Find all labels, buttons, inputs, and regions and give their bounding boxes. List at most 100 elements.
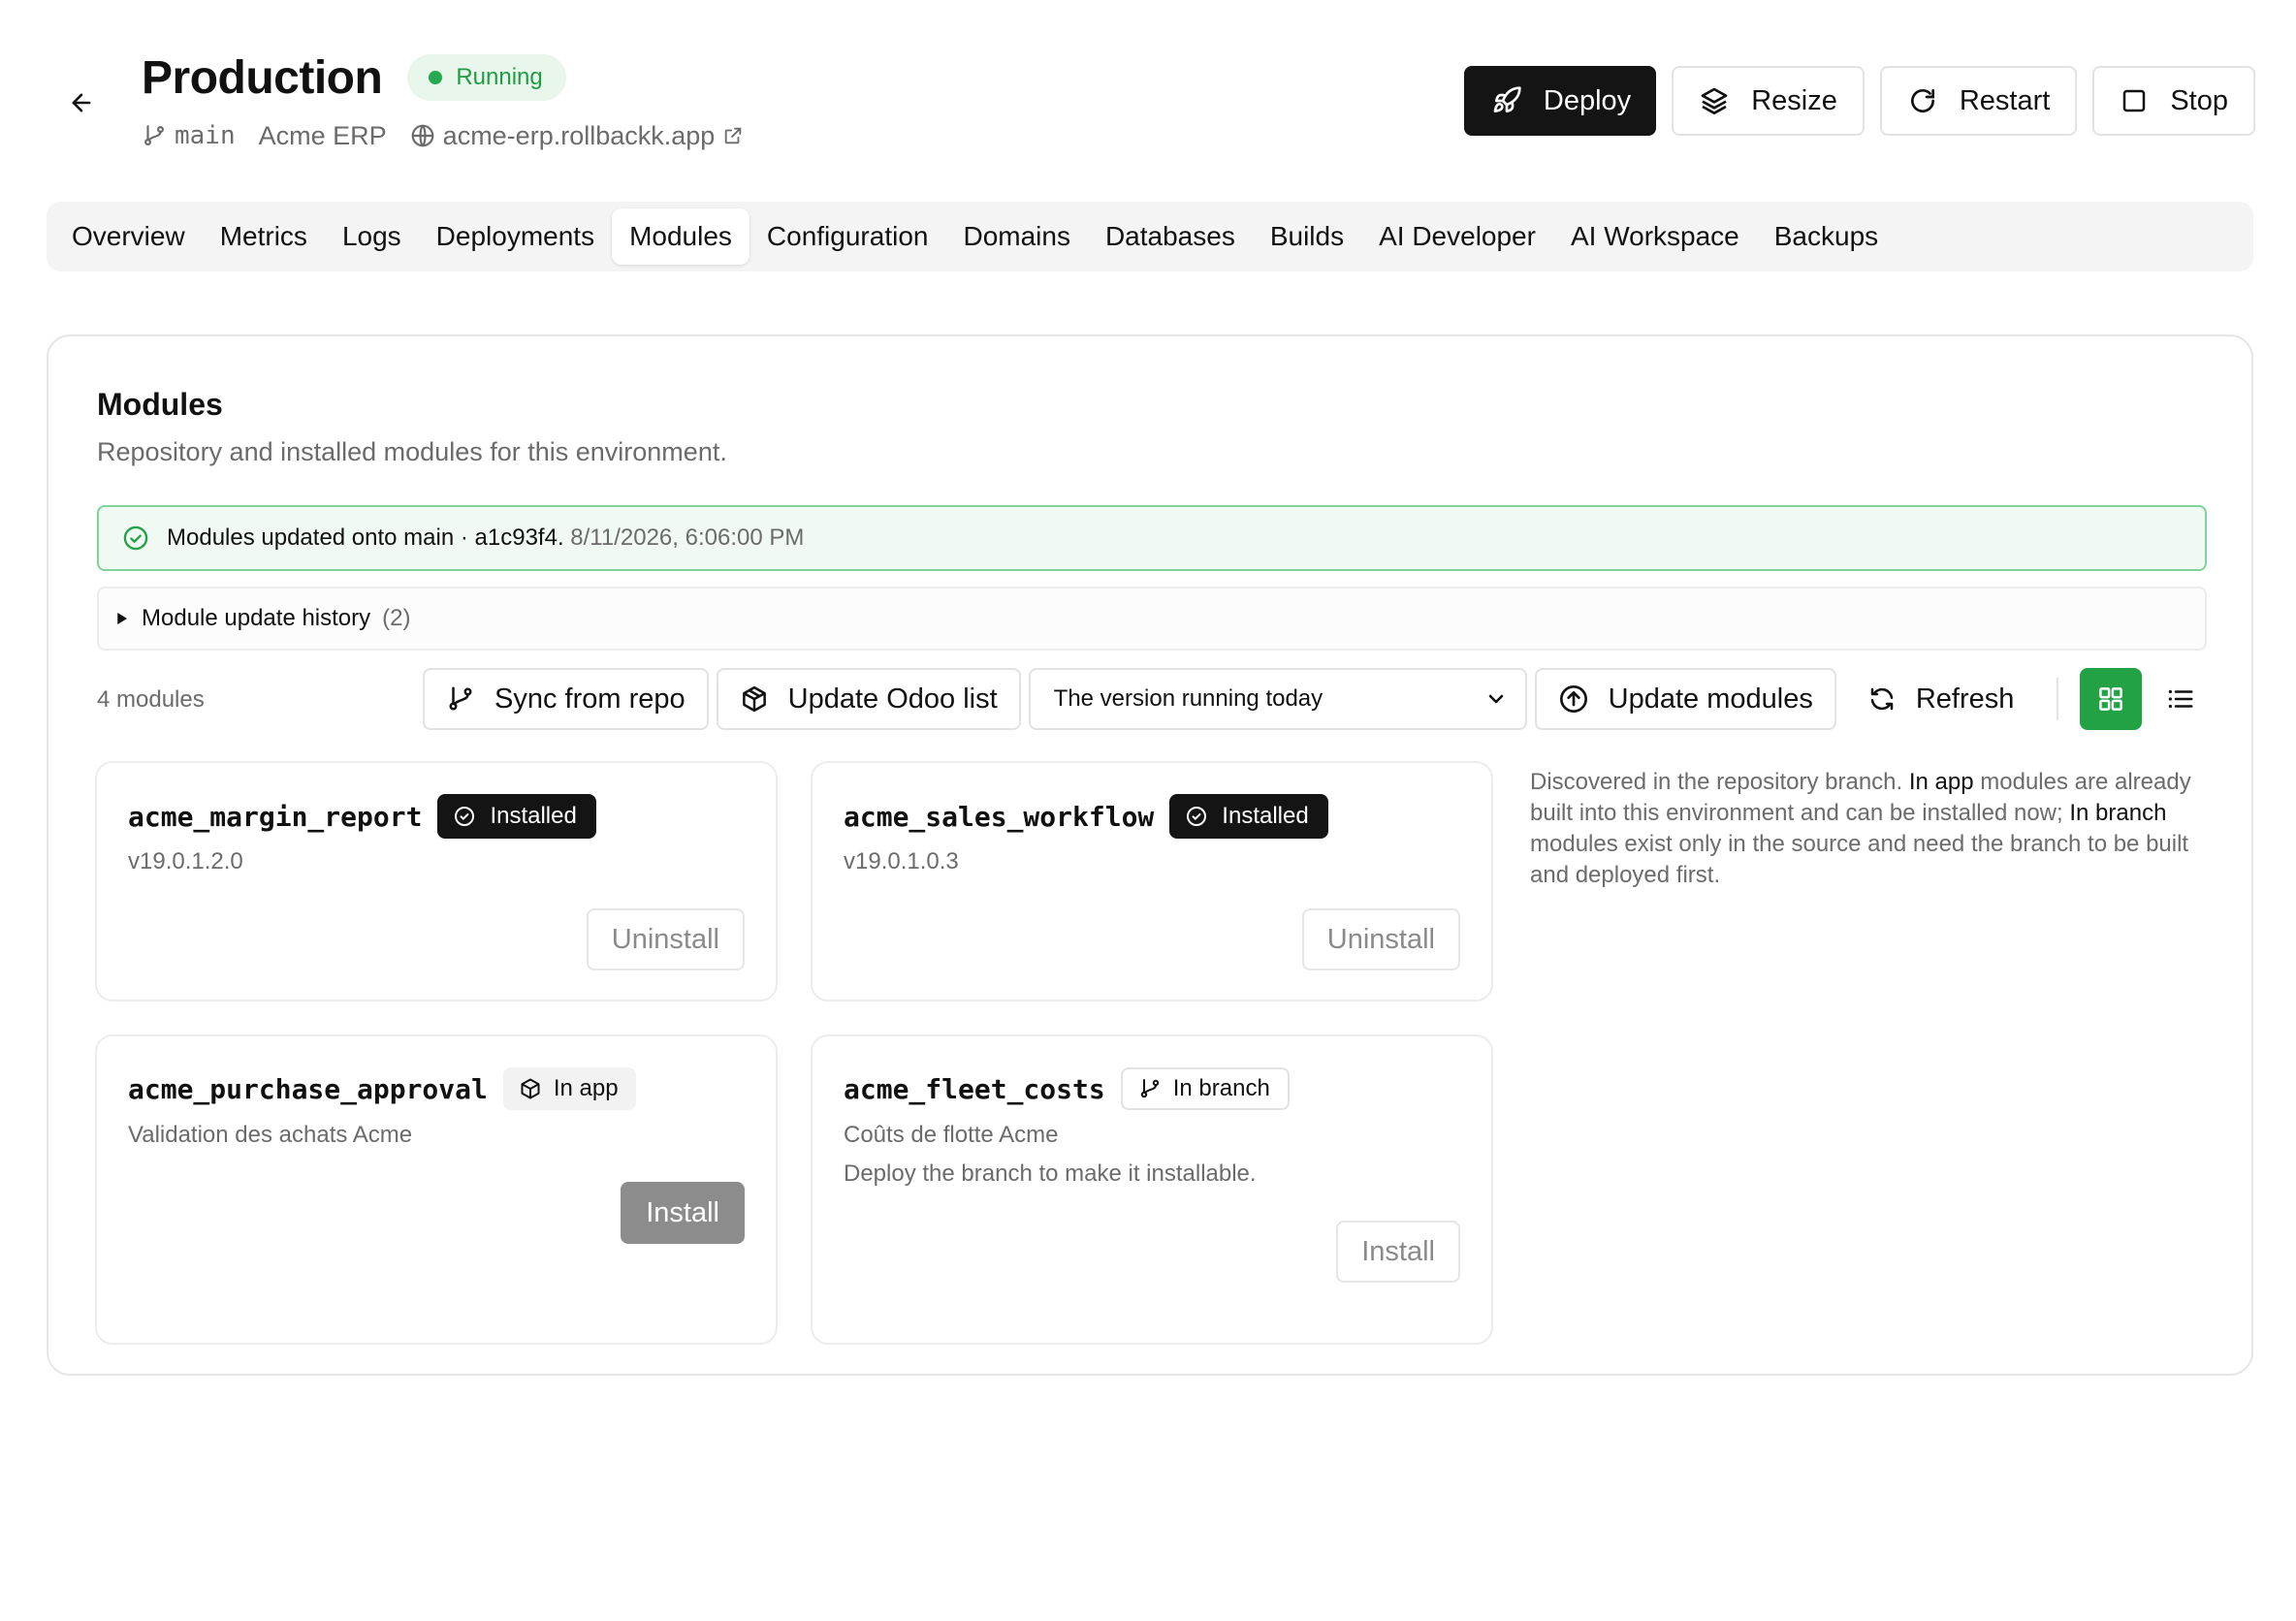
tab-databases[interactable]: Databases (1088, 208, 1253, 265)
version-select[interactable]: The version running today (1028, 668, 1527, 730)
tab-ai-workspace[interactable]: AI Workspace (1553, 208, 1757, 265)
project-name: Acme ERP (258, 120, 387, 150)
tab-backups[interactable]: Backups (1757, 208, 1896, 265)
tab-ai-developer[interactable]: AI Developer (1361, 208, 1553, 265)
git-branch-icon (1140, 1079, 1159, 1098)
tab-domains[interactable]: Domains (945, 208, 1087, 265)
help-in-branch: In branch (2069, 800, 2167, 826)
module-card: acme_purchase_approval In app Validation… (95, 1034, 778, 1345)
tab-metrics[interactable]: Metrics (203, 208, 325, 265)
badge-label: In branch (1172, 1075, 1270, 1101)
stop-button[interactable]: Stop (2092, 66, 2255, 136)
module-summary: Coûts de flotte Acme (844, 1122, 1059, 1148)
environment-tabs: Overview Metrics Logs Deployments Module… (47, 202, 2253, 271)
tab-logs[interactable]: Logs (325, 208, 419, 265)
rocket-icon (1493, 86, 1521, 112)
git-branch-icon (449, 686, 472, 711)
installed-badge: Installed (1169, 794, 1328, 839)
refresh-label: Refresh (1915, 683, 2015, 715)
module-update-history-toggle[interactable]: Module update history (2) (97, 587, 2207, 651)
environment-meta: main Acme ERP acme-erp.rollbackk.app (142, 118, 744, 153)
branch-info: main (142, 121, 236, 150)
module-header: acme_sales_workflow Installed (844, 794, 1328, 839)
badge-label: Installed (490, 803, 577, 829)
badge-label: In app (553, 1075, 619, 1101)
chevron-down-icon (1488, 694, 1503, 704)
update-odoo-list-button[interactable]: Update Odoo list (716, 668, 1021, 730)
uninstall-button[interactable]: Uninstall (1301, 908, 1460, 970)
package-icon (521, 1078, 540, 1099)
module-note: Deploy the branch to make it installable… (844, 1160, 1257, 1187)
title-row: Production Running (142, 48, 566, 107)
package-icon (742, 685, 766, 713)
in-branch-badge: In branch (1120, 1067, 1290, 1110)
update-list-label: Update Odoo list (787, 683, 998, 715)
help-text-part: Discovered in the repository branch. (1530, 769, 1909, 795)
module-name: acme_margin_report (128, 800, 423, 833)
modules-panel: Modules Repository and installed modules… (47, 334, 2253, 1376)
modules-count: 4 modules (97, 686, 205, 713)
environment-url-link[interactable]: acme-erp.rollbackk.app (410, 121, 745, 151)
status-dot-icon (429, 71, 443, 84)
module-summary: Validation des achats Acme (128, 1122, 413, 1148)
restart-button[interactable]: Restart (1879, 66, 2078, 136)
installed-badge: Installed (437, 794, 596, 839)
module-version: v19.0.1.2.0 (128, 848, 243, 874)
module-card: acme_margin_report Installed v19.0.1.2.0… (95, 761, 778, 1001)
environment-actions: Deploy Resize Restart Stop (1463, 66, 2255, 136)
stop-square-icon (2123, 89, 2146, 112)
sync-label: Sync from repo (494, 683, 686, 715)
tab-configuration[interactable]: Configuration (749, 208, 946, 265)
page-title: Production (142, 51, 383, 104)
external-link-icon (725, 127, 742, 144)
resize-label: Resize (1751, 84, 1837, 116)
status-badge: Running (407, 54, 566, 101)
section-title: Modules (97, 387, 223, 422)
module-header: acme_purchase_approval In app (128, 1067, 636, 1110)
uninstall-button[interactable]: Uninstall (586, 908, 745, 970)
list-icon (2169, 689, 2193, 709)
update-modules-label: Update modules (1608, 683, 1813, 715)
globe-icon (411, 124, 434, 147)
tab-modules[interactable]: Modules (612, 208, 749, 265)
module-name: acme_sales_workflow (844, 800, 1155, 833)
refresh-button[interactable]: Refresh (1843, 668, 2038, 730)
git-branch-icon (144, 125, 164, 145)
resize-button[interactable]: Resize (1672, 66, 1865, 136)
tab-builds[interactable]: Builds (1253, 208, 1361, 265)
layers-icon (1701, 87, 1728, 114)
check-circle-icon (123, 525, 148, 551)
modules-toolbar: Sync from repo Update Odoo list The vers… (423, 668, 2212, 730)
status-label: Running (456, 64, 543, 90)
module-name: acme_fleet_costs (844, 1072, 1105, 1105)
update-success-alert: Modules updated onto main · a1c93f4. 8/1… (97, 505, 2207, 571)
rotate-cw-icon (1910, 89, 1934, 112)
module-version: v19.0.1.0.3 (844, 848, 959, 874)
branch-name: main (175, 121, 236, 150)
update-modules-button[interactable]: Update modules (1534, 668, 1836, 730)
tab-overview[interactable]: Overview (54, 208, 203, 265)
alert-timestamp: 8/11/2026, 6:06:00 PM (570, 524, 805, 551)
module-header: acme_margin_report Installed (128, 794, 596, 839)
sync-from-repo-button[interactable]: Sync from repo (423, 668, 709, 730)
section-description: Repository and installed modules for thi… (97, 437, 727, 466)
list-view-button[interactable] (2150, 668, 2212, 730)
module-name: acme_purchase_approval (128, 1072, 488, 1105)
back-button[interactable] (62, 83, 101, 122)
tab-deployments[interactable]: Deployments (419, 208, 612, 265)
in-app-badge: In app (502, 1067, 636, 1110)
module-card: acme_sales_workflow Installed v19.0.1.0.… (811, 761, 1493, 1001)
deploy-label: Deploy (1543, 84, 1632, 116)
stop-label: Stop (2170, 84, 2228, 116)
badge-label: Installed (1222, 803, 1309, 829)
grid-icon (2099, 687, 2123, 711)
refresh-icon (1870, 687, 1894, 711)
version-select-value: The version running today (1053, 685, 1323, 712)
caret-right-icon (117, 613, 127, 624)
deploy-button[interactable]: Deploy (1463, 66, 1657, 136)
grid-view-button[interactable] (2080, 668, 2143, 730)
install-button[interactable]: Install (621, 1182, 745, 1244)
arrow-up-circle-icon (1559, 685, 1587, 713)
modules-help-text: Discovered in the repository branch. In … (1530, 767, 2199, 891)
install-button[interactable]: Install (1336, 1221, 1460, 1283)
